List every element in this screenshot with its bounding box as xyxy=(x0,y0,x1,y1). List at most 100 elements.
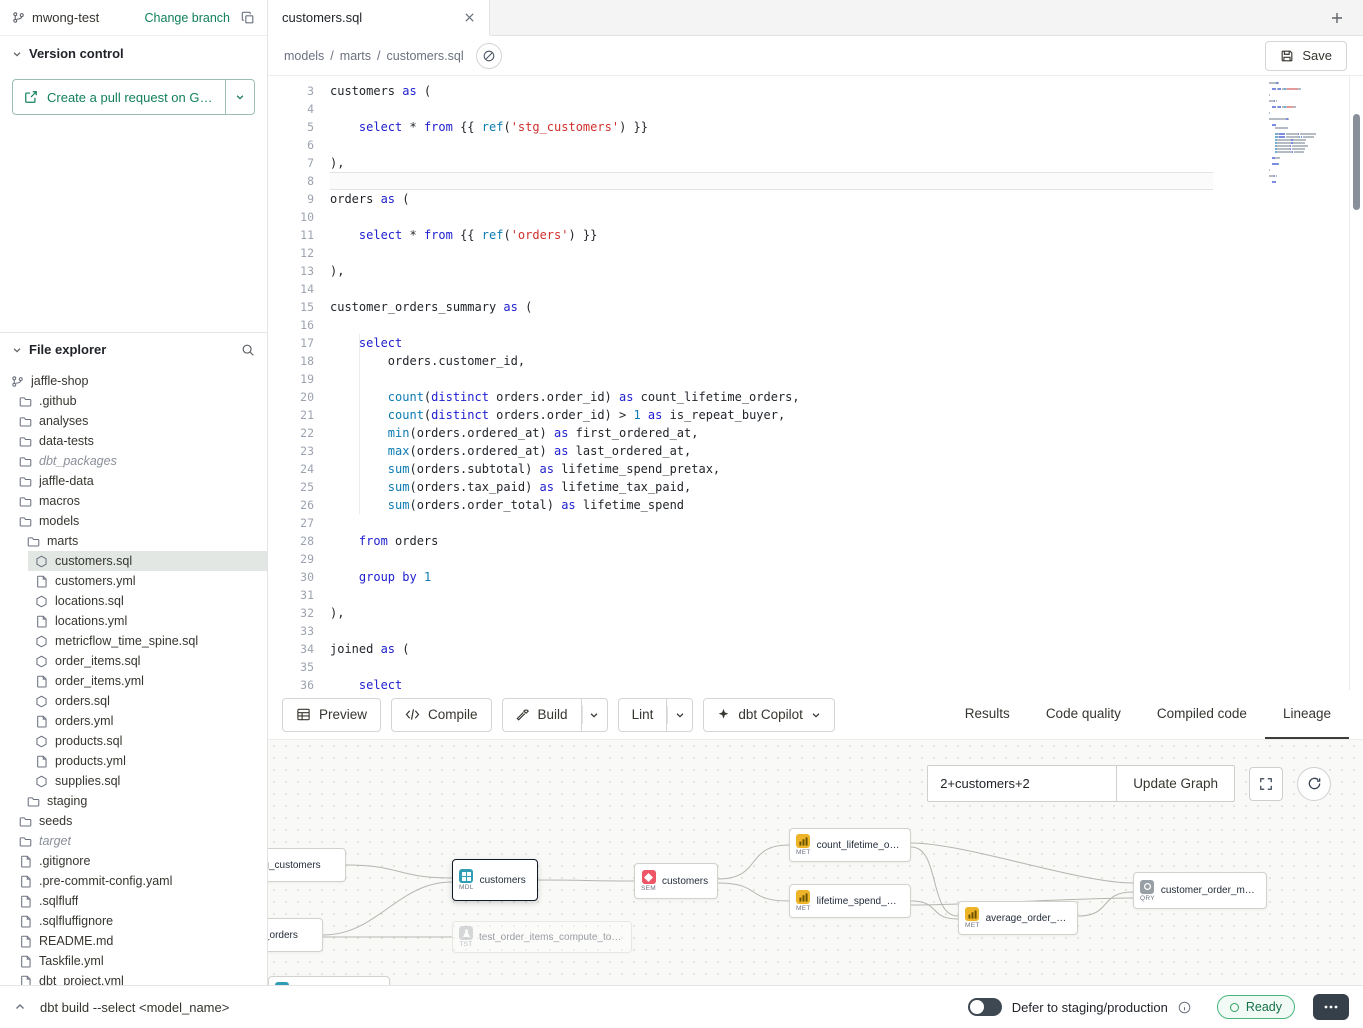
lineage-node-customer_order_metrics[interactable]: QRYcustomer_order_metrics xyxy=(1133,872,1267,909)
file-item-models[interactable]: models xyxy=(0,511,267,531)
file-item-data-tests[interactable]: data-tests xyxy=(0,431,267,451)
file-item-dbt_packages[interactable]: dbt_packages xyxy=(0,451,267,471)
file-item-.gitignore[interactable]: .gitignore xyxy=(0,851,267,871)
code-line-13[interactable]: 13), xyxy=(268,262,1213,280)
lineage-node-stg_customers[interactable]: MDLstg_customers xyxy=(268,848,346,882)
lineage-node-customers[interactable]: SEMcustomers xyxy=(634,863,718,899)
overflow-menu-button[interactable] xyxy=(1313,994,1349,1020)
file-item-marts[interactable]: marts xyxy=(0,531,267,551)
file-item-customers.yml[interactable]: customers.yml xyxy=(0,571,267,591)
code-line-3[interactable]: 3customers as ( xyxy=(268,82,1213,100)
file-item-seeds[interactable]: seeds xyxy=(0,811,267,831)
search-icon[interactable] xyxy=(241,343,255,357)
file-item-order_items.sql[interactable]: order_items.sql xyxy=(0,651,267,671)
file-item-.sqlfluffignore[interactable]: .sqlfluffignore xyxy=(0,911,267,931)
code-line-22[interactable]: 22 min(orders.ordered_at) as first_order… xyxy=(268,424,1213,442)
code-line-34[interactable]: 34joined as ( xyxy=(268,640,1213,658)
file-item-Taskfile.yml[interactable]: Taskfile.yml xyxy=(0,951,267,971)
code-line-27[interactable]: 27 xyxy=(268,514,1213,532)
chevron-up-icon[interactable] xyxy=(14,1001,26,1013)
editor-scrollbar[interactable] xyxy=(1349,76,1363,690)
lineage-node-test_order_items_compute_to_bools...[interactable]: TSTtest_order_items_compute_to_bools... xyxy=(452,921,632,953)
code-line-15[interactable]: 15customer_orders_summary as ( xyxy=(268,298,1213,316)
lineage-node-customers[interactable]: MDLcustomers xyxy=(452,859,538,901)
save-button[interactable]: Save xyxy=(1265,41,1347,71)
refresh-icon[interactable] xyxy=(1297,767,1331,801)
breadcrumb-part-marts[interactable]: marts xyxy=(340,49,371,63)
chevron-down-icon[interactable] xyxy=(12,49,22,59)
code-line-30[interactable]: 30 group by 1 xyxy=(268,568,1213,586)
change-branch-link[interactable]: Change branch xyxy=(145,11,230,25)
preview-button[interactable]: Preview xyxy=(282,698,381,732)
file-item-.github[interactable]: .github xyxy=(0,391,267,411)
file-item-README.md[interactable]: README.md xyxy=(0,931,267,951)
file-item-jaffle-shop[interactable]: jaffle-shop xyxy=(0,371,267,391)
create-pr-dropdown-button[interactable] xyxy=(225,79,255,115)
compile-button[interactable]: Compile xyxy=(391,698,492,732)
panel-tab-results[interactable]: Results xyxy=(947,690,1028,739)
lineage-selector-input[interactable] xyxy=(927,765,1117,802)
code-line-10[interactable]: 10 xyxy=(268,208,1213,226)
code-line-11[interactable]: 11 select * from {{ ref('orders') }} xyxy=(268,226,1213,244)
tab-customers-sql[interactable]: customers.sql xyxy=(268,0,490,36)
file-item-products.sql[interactable]: products.sql xyxy=(0,731,267,751)
copilot-circle-icon[interactable] xyxy=(476,43,502,69)
file-item-analyses[interactable]: analyses xyxy=(0,411,267,431)
lint-button[interactable]: Lint xyxy=(618,698,667,732)
code-line-14[interactable]: 14 xyxy=(268,280,1213,298)
minimap[interactable] xyxy=(1269,82,1341,184)
create-pr-button[interactable]: Create a pull request on Git... xyxy=(12,79,225,115)
fullscreen-icon[interactable] xyxy=(1249,767,1283,801)
file-item-macros[interactable]: macros xyxy=(0,491,267,511)
code-line-8[interactable]: 8 xyxy=(268,172,1213,190)
lineage-node-count_lifetime_orders[interactable]: METcount_lifetime_orders xyxy=(789,828,911,862)
defer-toggle[interactable] xyxy=(968,998,1002,1016)
chevron-down-icon[interactable] xyxy=(12,345,22,355)
dbt-copilot-button[interactable]: dbt Copilot xyxy=(703,698,835,732)
lineage-node-average_order_value[interactable]: METaverage_order_value xyxy=(958,901,1078,935)
file-item-orders.sql[interactable]: orders.sql xyxy=(0,691,267,711)
lineage-panel[interactable]: MDLstg_customersMDLstg_ordersMDLcustomer… xyxy=(268,740,1363,985)
file-item-target[interactable]: target xyxy=(0,831,267,851)
lineage-node-stg_order_items[interactable]: MDLstg_order_items xyxy=(268,976,390,985)
code-line-20[interactable]: 20 count(distinct orders.order_id) as co… xyxy=(268,388,1213,406)
code-line-4[interactable]: 4 xyxy=(268,100,1213,118)
file-item-jaffle-data[interactable]: jaffle-data xyxy=(0,471,267,491)
breadcrumb-part-models[interactable]: models xyxy=(284,49,324,63)
code-line-21[interactable]: 21 count(distinct orders.order_id) > 1 a… xyxy=(268,406,1213,424)
code-line-23[interactable]: 23 max(orders.ordered_at) as last_ordere… xyxy=(268,442,1213,460)
code-line-35[interactable]: 35 xyxy=(268,658,1213,676)
code-line-19[interactable]: 19 xyxy=(268,370,1213,388)
build-dropdown-button[interactable] xyxy=(581,698,608,732)
code-line-25[interactable]: 25 sum(orders.tax_paid) as lifetime_tax_… xyxy=(268,478,1213,496)
cli-command[interactable]: dbt build --select <model_name> xyxy=(40,1000,229,1015)
panel-tab-compiled-code[interactable]: Compiled code xyxy=(1139,690,1265,739)
file-item-orders.yml[interactable]: orders.yml xyxy=(0,711,267,731)
file-item-locations.yml[interactable]: locations.yml xyxy=(0,611,267,631)
copy-icon[interactable] xyxy=(241,11,255,25)
code-line-32[interactable]: 32), xyxy=(268,604,1213,622)
file-item-staging[interactable]: staging xyxy=(0,791,267,811)
file-item-supplies.sql[interactable]: supplies.sql xyxy=(0,771,267,791)
code-line-18[interactable]: 18 orders.customer_id, xyxy=(268,352,1213,370)
code-line-33[interactable]: 33 xyxy=(268,622,1213,640)
code-line-6[interactable]: 6 xyxy=(268,136,1213,154)
lineage-node-lifetime_spend_pretax[interactable]: METlifetime_spend_pretax xyxy=(789,884,911,918)
code-editor[interactable]: 3customers as (45 select * from {{ ref('… xyxy=(268,76,1363,690)
file-item-dbt_project.yml[interactable]: dbt_project.yml xyxy=(0,971,267,985)
close-icon[interactable] xyxy=(464,12,475,23)
code-line-36[interactable]: 36 select xyxy=(268,676,1213,690)
code-line-7[interactable]: 7), xyxy=(268,154,1213,172)
code-line-24[interactable]: 24 sum(orders.subtotal) as lifetime_spen… xyxy=(268,460,1213,478)
code-line-31[interactable]: 31 xyxy=(268,586,1213,604)
code-line-16[interactable]: 16 xyxy=(268,316,1213,334)
panel-tab-lineage[interactable]: Lineage xyxy=(1265,690,1349,739)
panel-tab-code-quality[interactable]: Code quality xyxy=(1028,690,1139,739)
code-line-9[interactable]: 9orders as ( xyxy=(268,190,1213,208)
code-line-28[interactable]: 28 from orders xyxy=(268,532,1213,550)
code-line-17[interactable]: 17 select xyxy=(268,334,1213,352)
lint-dropdown-button[interactable] xyxy=(666,698,693,732)
build-button[interactable]: Build xyxy=(502,698,581,732)
new-tab-button[interactable] xyxy=(1323,4,1351,32)
file-item-locations.sql[interactable]: locations.sql xyxy=(0,591,267,611)
